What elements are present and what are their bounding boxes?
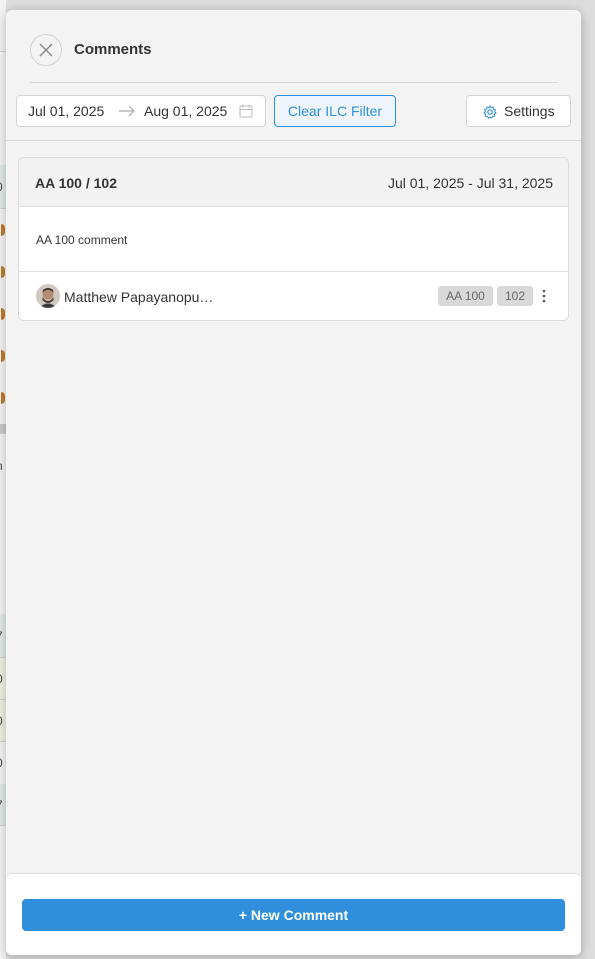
- settings-label: Settings: [504, 103, 555, 119]
- new-comment-button[interactable]: + New Comment: [22, 899, 565, 931]
- comment-author: Matthew Papayanopu…: [64, 289, 214, 305]
- comments-panel: Comments Jul 01, 2025 Aug 01, 2025 Clear…: [6, 10, 581, 955]
- comment-card: AA 100 / 102 Jul 01, 2025 - Jul 31, 2025…: [18, 157, 569, 321]
- comment-body: AA 100 comment: [19, 207, 568, 272]
- comment-card-date-range: Jul 01, 2025 - Jul 31, 2025: [387, 175, 553, 191]
- tag-badge: AA 100: [438, 286, 493, 306]
- settings-button[interactable]: Settings: [466, 95, 571, 127]
- bg-marker: [1, 392, 5, 404]
- date-end-value[interactable]: Aug 01, 2025: [144, 103, 227, 119]
- toolbar-divider: [6, 140, 581, 141]
- bg-marker: [1, 350, 5, 362]
- calendar-icon: [239, 104, 253, 118]
- close-icon: [39, 43, 53, 57]
- close-button[interactable]: [30, 34, 62, 66]
- bg-marker: [1, 266, 5, 278]
- header-divider: [30, 82, 557, 83]
- comment-card-title: AA 100 / 102: [35, 175, 117, 191]
- bg-marker: [1, 224, 5, 236]
- date-start-value[interactable]: Jul 01, 2025: [28, 103, 104, 119]
- panel-footer: + New Comment: [6, 873, 581, 955]
- tag-badge: 102: [497, 286, 533, 306]
- bg-marker: [1, 308, 5, 320]
- comment-footer: Matthew Papayanopu… AA 100 102: [19, 272, 568, 320]
- filter-toolbar: Jul 01, 2025 Aug 01, 2025 Clear ILC Filt…: [6, 94, 581, 142]
- gear-icon: [483, 105, 497, 119]
- panel-title: Comments: [74, 41, 152, 58]
- more-vertical-icon[interactable]: [539, 286, 549, 306]
- comment-text: AA 100 comment: [36, 233, 128, 247]
- date-range-picker[interactable]: Jul 01, 2025 Aug 01, 2025: [16, 95, 266, 127]
- arrow-right-icon: [119, 105, 135, 117]
- comment-card-header: AA 100 / 102 Jul 01, 2025 - Jul 31, 2025: [19, 158, 568, 207]
- panel-header: Comments: [6, 10, 581, 83]
- clear-ilc-filter-button[interactable]: Clear ILC Filter: [274, 95, 396, 127]
- avatar: [36, 284, 60, 308]
